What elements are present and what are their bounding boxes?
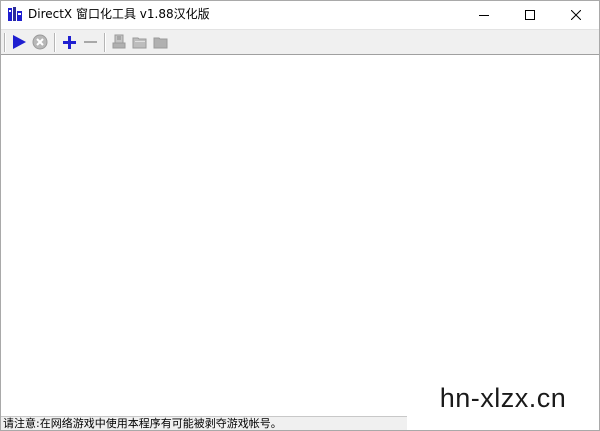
properties-button[interactable] bbox=[110, 33, 128, 51]
close-icon bbox=[571, 10, 581, 20]
toolbar-separator bbox=[104, 33, 106, 52]
add-icon bbox=[63, 36, 76, 49]
toolbar-separator bbox=[4, 33, 6, 52]
minimize-button[interactable] bbox=[461, 1, 507, 29]
watermark-text: hn-xlzx.cn bbox=[439, 382, 567, 413]
stop-icon bbox=[32, 34, 48, 50]
add-button[interactable] bbox=[60, 33, 78, 51]
close-button[interactable] bbox=[553, 1, 599, 29]
minimize-icon bbox=[479, 15, 489, 16]
folder-button[interactable] bbox=[152, 33, 170, 51]
toolbar-separator bbox=[54, 33, 56, 52]
app-window: DirectX 窗口化工具 v1.88汉化版 请注意:在网络游戏中使用本程序有可… bbox=[0, 0, 600, 431]
folder-open-icon bbox=[132, 37, 147, 49]
watermark: hn-xlzx.cn bbox=[407, 366, 599, 430]
status-warning-text: 请注意:在网络游戏中使用本程序有可能被剥夺游戏帐号。 bbox=[3, 417, 282, 430]
app-icon bbox=[7, 6, 23, 22]
stop-button[interactable] bbox=[31, 33, 49, 51]
play-icon bbox=[13, 35, 26, 49]
toolbar bbox=[1, 29, 599, 55]
remove-icon bbox=[84, 41, 97, 43]
remove-button[interactable] bbox=[81, 33, 99, 51]
folder-icon bbox=[153, 37, 168, 49]
start-button[interactable] bbox=[10, 33, 28, 51]
program-list[interactable] bbox=[1, 56, 599, 416]
window-title: DirectX 窗口化工具 v1.88汉化版 bbox=[28, 7, 210, 21]
open-folder-button[interactable] bbox=[131, 33, 149, 51]
maximize-icon bbox=[525, 10, 535, 20]
properties-icon bbox=[112, 34, 126, 49]
maximize-button[interactable] bbox=[507, 1, 553, 29]
title-bar[interactable]: DirectX 窗口化工具 v1.88汉化版 bbox=[1, 1, 599, 29]
